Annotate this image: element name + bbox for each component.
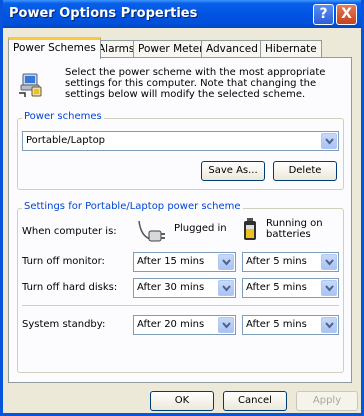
hard-disks-plugged-value: After 30 mins: [137, 282, 205, 293]
cancel-button[interactable]: Cancel: [223, 391, 287, 411]
settings-group-label: Settings for Portable/Laptop power schem…: [22, 201, 243, 212]
apply-button[interactable]: Apply: [296, 391, 358, 411]
chevron-down-icon[interactable]: [218, 280, 234, 296]
standby-plugged-select[interactable]: After 20 mins: [133, 315, 236, 335]
plugged-in-label: Plugged in: [174, 223, 227, 234]
tab-advanced[interactable]: Advanced: [201, 40, 263, 58]
settings-divider: [22, 305, 339, 306]
tab-power-schemes[interactable]: Power Schemes: [8, 37, 101, 59]
monitor-plugged-value: After 15 mins: [137, 256, 205, 267]
power-schemes-group-label: Power schemes: [22, 111, 104, 122]
chevron-down-icon[interactable]: [218, 254, 234, 270]
monitor-battery-select[interactable]: After 5 mins: [242, 252, 339, 272]
hard-disks-battery-select[interactable]: After 5 mins: [242, 278, 339, 298]
chevron-down-icon[interactable]: [218, 317, 234, 333]
when-computer-is-label: When computer is:: [22, 226, 117, 237]
chevron-down-icon[interactable]: [321, 317, 337, 333]
standby-battery-select[interactable]: After 5 mins: [242, 315, 339, 335]
help-button[interactable]: ?: [313, 4, 334, 25]
plug-icon: [138, 220, 165, 242]
tab-power-meter[interactable]: Power Meter: [133, 40, 209, 58]
power-options-icon: [19, 73, 42, 97]
hard-disks-battery-value: After 5 mins: [246, 282, 307, 293]
monitor-plugged-select[interactable]: After 15 mins: [133, 252, 236, 272]
hard-disks-plugged-select[interactable]: After 30 mins: [133, 278, 236, 298]
ok-button[interactable]: OK: [150, 391, 214, 411]
chevron-down-icon[interactable]: [321, 280, 337, 296]
title-bar[interactable]: Power Options Properties ? X: [3, 0, 361, 28]
intro-text: Select the power scheme with the most ap…: [65, 67, 326, 100]
turn-off-monitor-label: Turn off monitor:: [22, 256, 105, 267]
power-scheme-value: Portable/Laptop: [26, 135, 106, 146]
tab-hibernate[interactable]: Hibernate: [260, 40, 322, 58]
delete-button[interactable]: Delete: [273, 161, 337, 181]
standby-battery-value: After 5 mins: [246, 319, 307, 330]
close-button[interactable]: X: [336, 4, 357, 25]
battery-icon: [244, 218, 256, 240]
standby-plugged-value: After 20 mins: [137, 319, 205, 330]
window-title: Power Options Properties: [9, 6, 198, 21]
save-as-button[interactable]: Save As...: [201, 161, 265, 181]
running-on-batteries-label: Running on batteries: [266, 218, 323, 240]
chevron-down-icon[interactable]: [321, 133, 337, 149]
monitor-battery-value: After 5 mins: [246, 256, 307, 267]
power-scheme-select[interactable]: Portable/Laptop: [22, 131, 339, 151]
system-standby-label: System standby:: [22, 319, 106, 330]
chevron-down-icon[interactable]: [321, 254, 337, 270]
turn-off-hard-disks-label: Turn off hard disks:: [22, 282, 118, 293]
